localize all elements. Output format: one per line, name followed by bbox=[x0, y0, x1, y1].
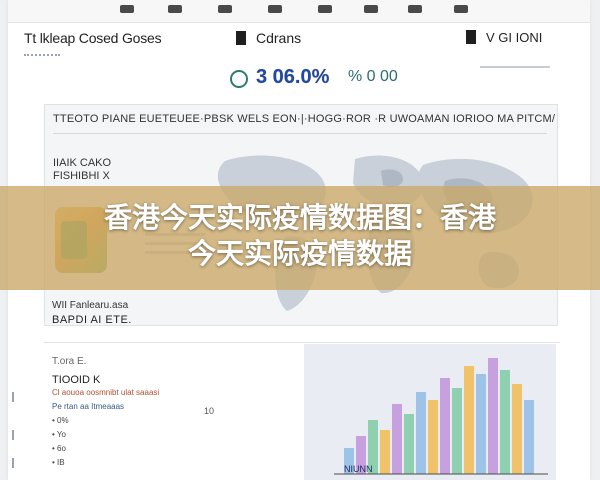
top-strip bbox=[8, 0, 590, 23]
chart-bar bbox=[500, 370, 510, 474]
header-right-label: V GI IONI bbox=[486, 30, 543, 45]
lower-row-1: WII Fanlearu.asa bbox=[52, 300, 129, 311]
chart-bar bbox=[512, 384, 522, 474]
banner-line-2: 今天实际疫情数据 bbox=[187, 237, 412, 270]
rail-mark bbox=[12, 458, 14, 468]
panel-headline: TTEOTO PIANE EUETEUEE·PBSK WELS EON·|·HO… bbox=[53, 113, 556, 125]
chart-bar bbox=[428, 400, 438, 474]
block-label-line-1: IIAIK CAKO bbox=[53, 157, 112, 169]
subtitle-rule bbox=[24, 54, 60, 62]
chart-bar bbox=[476, 374, 486, 474]
top-mark bbox=[364, 5, 378, 13]
chart-bar bbox=[488, 358, 498, 474]
list-item: • 0% bbox=[52, 416, 69, 425]
chart-bar bbox=[404, 414, 414, 474]
list-item: Cl aouoa oosmnibt ulat saaasi bbox=[52, 388, 160, 397]
list-item: • 6o bbox=[52, 444, 66, 453]
stat-secondary: % 0 00 bbox=[348, 68, 398, 85]
document-icon bbox=[236, 31, 246, 45]
chart-bar bbox=[392, 404, 402, 474]
lower-divider bbox=[44, 342, 560, 343]
top-mark bbox=[218, 5, 232, 13]
top-mark bbox=[408, 5, 422, 13]
chart-bar bbox=[452, 388, 462, 474]
list-item: • Yo bbox=[52, 430, 66, 439]
panel-divider bbox=[53, 133, 547, 134]
chart-bar bbox=[380, 430, 390, 474]
ring-icon bbox=[230, 70, 248, 88]
chart-bar bbox=[524, 400, 534, 474]
stats-row: 3 06.0% % 0 00 bbox=[230, 66, 450, 90]
top-mark bbox=[318, 5, 332, 13]
top-mark bbox=[168, 5, 182, 13]
chart-bars bbox=[344, 358, 534, 474]
top-mark bbox=[454, 5, 468, 13]
banner-line-1: 香港今天实际疫情数据图：香港 bbox=[103, 201, 496, 234]
bar-chart: NIUNN bbox=[304, 344, 556, 480]
title-banner: 香港今天实际疫情数据图：香港 今天实际疫情数据 bbox=[0, 186, 600, 290]
header-middle: Cdrans bbox=[236, 30, 301, 58]
chart-bar bbox=[464, 366, 474, 474]
chart-canvas: NIUNN bbox=[334, 358, 548, 475]
list-title: T.ora E. bbox=[52, 356, 87, 367]
chart-caption: NIUNN bbox=[344, 464, 373, 474]
rail-mark bbox=[12, 392, 14, 402]
top-mark bbox=[120, 5, 134, 13]
banner-title: 香港今天实际疫情数据图：香港 今天实际疫情数据 bbox=[0, 200, 600, 272]
building-icon bbox=[466, 30, 476, 44]
chart-bar bbox=[416, 392, 426, 474]
top-mark bbox=[268, 5, 282, 13]
lower-section: WII Fanlearu.asa BAPDI AI ETE. T.ora E. … bbox=[44, 296, 560, 480]
case-list: Cl aouoa oosmnibt ulat saaasi Pe rtan aa… bbox=[52, 388, 232, 472]
rail-mark bbox=[12, 430, 14, 440]
list-heading: TIOOID K bbox=[52, 374, 101, 386]
chart-bar bbox=[440, 378, 450, 474]
side-mark: 10 bbox=[204, 406, 215, 416]
block-label-line-2: FISHIBHI X bbox=[53, 170, 110, 182]
header-middle-label: Cdrans bbox=[256, 30, 302, 46]
lower-row-2: BAPDI AI ETE. bbox=[52, 314, 132, 326]
subtitle-rule bbox=[480, 66, 550, 68]
list-item: • IB bbox=[52, 458, 65, 467]
header-right: V GI IONI bbox=[466, 30, 542, 58]
block-label: IIAIK CAKO FISHIBHI X bbox=[53, 157, 111, 183]
stat-primary: 3 06.0% bbox=[256, 66, 330, 88]
